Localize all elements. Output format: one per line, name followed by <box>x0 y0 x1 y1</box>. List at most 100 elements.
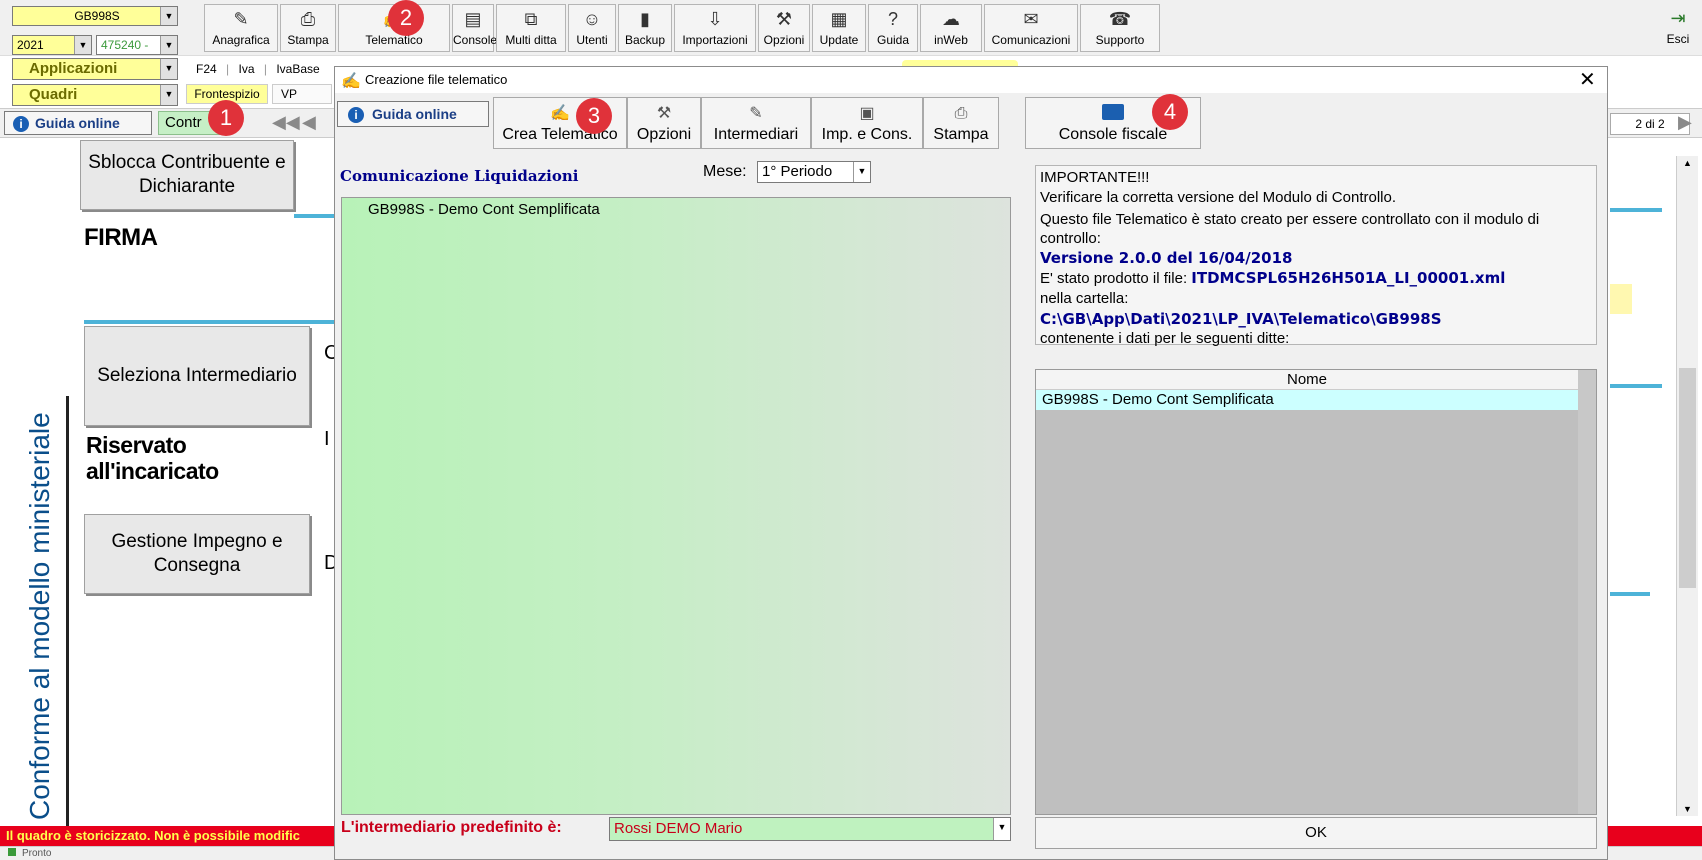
toolbar-opzioni-button[interactable]: ⚒ Opzioni <box>758 4 810 52</box>
vertical-rule <box>66 396 69 826</box>
seleziona-intermediario-button[interactable]: Seleziona Intermediario <box>84 326 310 426</box>
console-icon: ▤ <box>464 9 482 29</box>
chevron-down-icon: ▼ <box>853 162 870 182</box>
subnav-iva[interactable]: Iva <box>239 62 255 76</box>
divider <box>84 320 334 324</box>
highlight-cell <box>1610 284 1632 314</box>
guida-online-button[interactable]: i Guida online <box>4 111 152 135</box>
status-red-text: Il quadro è storicizzato. Non è possibil… <box>6 828 300 843</box>
chevron-down-icon: ▼ <box>160 59 177 79</box>
toolbar-inweb-button[interactable]: ☁ inWeb <box>920 4 982 52</box>
cloud-icon: ☁ <box>942 9 960 29</box>
info-important: IMPORTANTE!!! <box>1040 169 1150 186</box>
scroll-down-icon[interactable]: ▼ <box>1677 804 1698 814</box>
wrench-icon: ⚒ <box>775 9 793 29</box>
subnav-ivabase[interactable]: IvaBase <box>276 62 319 76</box>
info-folder-label: nella cartella: <box>1040 290 1129 307</box>
imp-cons-icon: ▣ <box>859 105 875 122</box>
ditte-list[interactable]: GB998S - Demo Cont Semplificata <box>341 197 1011 815</box>
info-file: E' stato prodotto il file: ITDMCSPL65H26… <box>1040 269 1506 287</box>
tab-vp[interactable]: VP <box>272 84 332 104</box>
ditte-grid[interactable]: Nome GB998S - Demo Cont Semplificata <box>1035 369 1597 815</box>
dialog-guida-online-button[interactable]: i Guida online <box>337 101 489 127</box>
update-icon: ▦ <box>830 9 848 29</box>
divider <box>1610 384 1662 388</box>
network-icon: ⧉ <box>524 9 538 29</box>
esci-button[interactable]: ⇥ Esci <box>1660 4 1696 52</box>
wrench-icon: ⚒ <box>656 105 672 122</box>
info-icon: i <box>348 107 364 123</box>
partial-label: I <box>324 428 330 450</box>
toolbar-stampa-button[interactable]: ⎙ Stampa <box>280 4 336 52</box>
toolbar-comunicazioni-button[interactable]: ✉ Comunicazioni <box>984 4 1078 52</box>
step-badge-1: 1 <box>208 100 244 136</box>
status-text: Pronto <box>8 848 51 859</box>
right-panel <box>1610 140 1670 840</box>
close-icon[interactable]: ✕ <box>1579 67 1596 93</box>
chevron-down-icon: ▼ <box>160 7 177 25</box>
list-item[interactable]: GB998S - Demo Cont Semplificata <box>342 198 1010 220</box>
table-row[interactable]: GB998S - Demo Cont Semplificata <box>1036 390 1578 410</box>
grid-scrollbar[interactable] <box>1578 370 1596 814</box>
toolbar-console-button[interactable]: ▤ Console <box>452 4 497 52</box>
telematico-icon: ✍ <box>341 73 361 90</box>
subnav: F24 | Iva | IvaBase <box>196 62 320 76</box>
anagrafica-icon: ✎ <box>233 9 249 29</box>
applicazioni-combo[interactable]: Applicazioni ▼ <box>12 58 178 80</box>
comunicazioni-icon: ✉ <box>1023 9 1039 29</box>
vertical-scrollbar[interactable]: ▲ ▼ <box>1676 156 1698 816</box>
divider <box>1610 208 1662 212</box>
divider <box>294 214 334 218</box>
printer-icon: ⎙ <box>954 105 968 122</box>
subnav-f24[interactable]: F24 <box>196 62 217 76</box>
dialog-intermediari-button[interactable]: ✎ Intermediari <box>701 97 811 149</box>
intermediari-icon: ✎ <box>749 105 763 122</box>
sblocca-contribuente-button[interactable]: Sblocca Contribuente e Dichiarante <box>80 140 294 210</box>
intermediario-label: L'intermediario predefinito è: <box>341 819 562 836</box>
number-combo[interactable]: 475240 - ▼ <box>96 35 178 55</box>
intermediario-select[interactable]: Rossi DEMO Mario ▼ <box>609 817 1011 841</box>
help-icon: ? <box>887 9 898 29</box>
scroll-up-icon[interactable]: ▲ <box>1677 158 1698 168</box>
dialog-imp-e-cons-button[interactable]: ▣ Imp. e Cons. <box>811 97 923 149</box>
riservato-heading: Riservato all'incaricato <box>86 432 219 484</box>
info-icon: i <box>13 116 29 132</box>
users-icon: ☺ <box>582 9 602 29</box>
step-badge-4: 4 <box>1152 94 1188 130</box>
status-icon <box>8 848 16 856</box>
info-panel: IMPORTANTE!!! Verificare la corretta ver… <box>1035 165 1597 347</box>
section-title: Comunicazione Liquidazioni <box>340 167 579 185</box>
creazione-telematico-dialog: ✍ Creazione file telematico ✕ i Guida onl… <box>334 66 1608 860</box>
gestione-impegno-button[interactable]: Gestione Impegno e Consegna <box>84 514 310 594</box>
grid-header: Nome <box>1036 370 1578 390</box>
toolbar-supporto-button[interactable]: ☎ Supporto <box>1080 4 1160 52</box>
toolbar-update-button[interactable]: ▦ Update <box>812 4 866 52</box>
firma-heading: FIRMA <box>84 224 158 251</box>
chevron-down-icon: ▼ <box>160 36 177 54</box>
info-check-module: Questo file Telematico è stato creato pe… <box>1040 211 1540 247</box>
printer-icon: ⎙ <box>300 9 316 29</box>
toolbar-multi-ditta-button[interactable]: ⧉ Multi ditta <box>496 4 566 52</box>
toolbar-anagrafica-button[interactable]: ✎ Anagrafica <box>204 4 278 52</box>
toolbar-backup-button[interactable]: ▮ Backup <box>618 4 672 52</box>
ok-button[interactable]: OK <box>1035 817 1597 849</box>
quadri-combo[interactable]: Quadri ▼ <box>12 84 178 106</box>
toolbar-guida-button[interactable]: ? Guida <box>868 4 918 52</box>
chevron-down-icon: ▼ <box>74 36 91 54</box>
year-combo[interactable]: 2021 ▼ <box>12 35 92 55</box>
toolbar-importazioni-button[interactable]: ⇩ Importazioni <box>674 4 756 52</box>
mese-label: Mese: <box>703 163 747 180</box>
mese-select[interactable]: 1° Periodo ▼ <box>757 161 871 183</box>
nav-prev-icon[interactable]: ◀ <box>302 112 316 133</box>
chevron-down-icon: ▼ <box>160 85 177 105</box>
dialog-titlebar <box>335 67 1607 93</box>
code-combo[interactable]: GB998S ▼ <box>12 6 178 26</box>
dialog-stampa-button[interactable]: ⎙ Stampa <box>923 97 999 149</box>
toolbar-utenti-button[interactable]: ☺ Utenti <box>568 4 616 52</box>
scroll-thumb[interactable] <box>1679 368 1696 588</box>
step-badge-3: 3 <box>576 98 612 134</box>
dialog-title: Creazione file telematico <box>365 72 508 87</box>
nav-next-icon[interactable]: ▶ <box>1678 112 1692 133</box>
nav-first-icon[interactable]: ◀◀ <box>272 112 300 133</box>
dialog-opzioni-button[interactable]: ⚒ Opzioni <box>627 97 701 149</box>
